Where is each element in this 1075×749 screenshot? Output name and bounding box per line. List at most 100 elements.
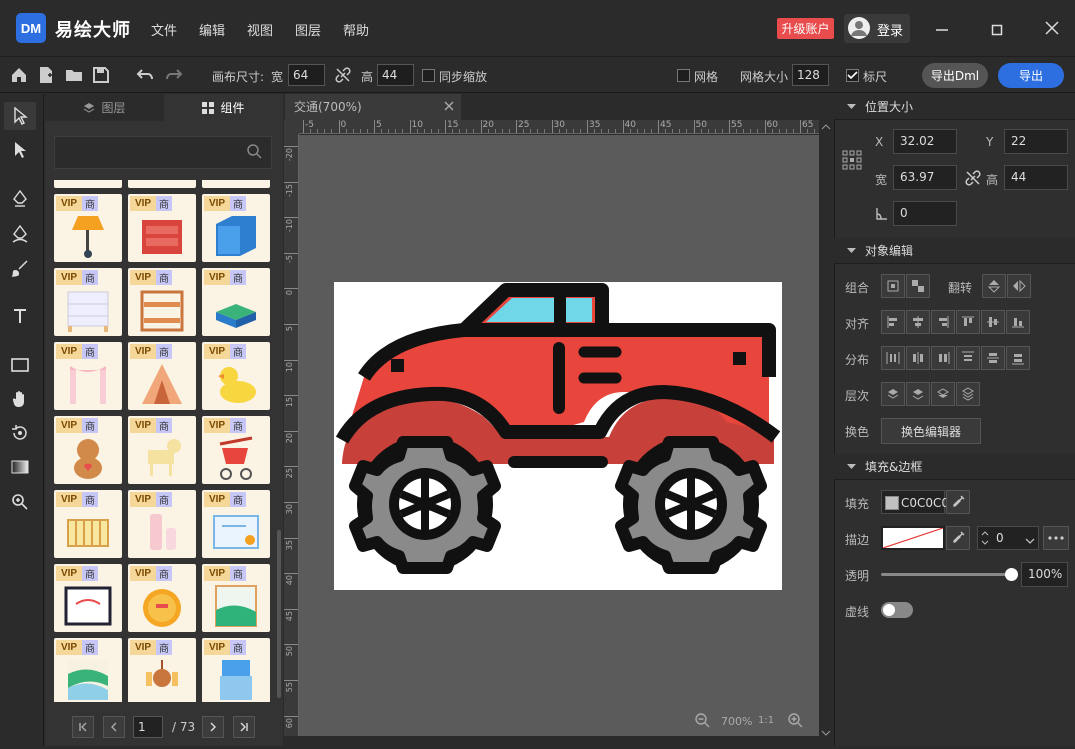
hand-icon[interactable] <box>8 387 32 411</box>
component-partial[interactable] <box>54 180 122 188</box>
collapse-arrow-icon[interactable] <box>847 462 856 474</box>
text-tool-icon[interactable] <box>8 304 32 328</box>
monster-truck-illustration[interactable] <box>334 282 782 590</box>
align-middle-v-icon[interactable] <box>981 310 1005 334</box>
component-baby-bottles[interactable]: VIP 商 <box>128 490 196 558</box>
minimize-icon[interactable] <box>935 18 949 37</box>
distribute-middle-v-icon[interactable] <box>981 346 1005 370</box>
section-fill-stroke[interactable]: 填充&边框 <box>834 454 1075 480</box>
distribute-bottom-icon[interactable] <box>1006 346 1030 370</box>
open-folder-icon[interactable] <box>65 66 83 84</box>
zoom-out-icon[interactable] <box>694 712 710 732</box>
select-arrow-icon[interactable] <box>8 104 32 128</box>
ruler-checkbox[interactable] <box>846 69 859 82</box>
send-backward-icon[interactable] <box>931 382 955 406</box>
more-options-icon[interactable] <box>1043 526 1069 550</box>
opacity-slider[interactable] <box>881 573 1013 576</box>
last-page-button[interactable] <box>233 716 255 738</box>
export-button[interactable]: 导出 <box>998 63 1064 88</box>
recolor-editor-button[interactable]: 换色编辑器 <box>881 418 981 444</box>
gradient-icon[interactable] <box>8 455 32 479</box>
curve-pen-icon[interactable] <box>8 222 32 246</box>
section-position-size[interactable]: 位置大小 <box>834 94 1075 120</box>
align-center-h-icon[interactable] <box>906 310 930 334</box>
component-red-dresser[interactable]: VIP 商 <box>128 194 196 262</box>
search-icon[interactable] <box>246 143 262 163</box>
ungroup-icon[interactable] <box>906 274 930 298</box>
save-icon[interactable] <box>92 66 110 84</box>
canvas-horizontal-scrollbar[interactable] <box>299 736 819 746</box>
component-white-dresser[interactable]: VIP 商 <box>54 268 122 336</box>
anchor-point-icon[interactable] <box>842 150 862 173</box>
menu-help[interactable]: 帮助 <box>343 20 369 39</box>
component-search-input[interactable] <box>54 136 272 169</box>
chevron-down-icon[interactable] <box>1025 534 1035 548</box>
component-rubber-duck[interactable]: VIP 商 <box>202 342 270 410</box>
home-icon[interactable] <box>10 66 28 84</box>
menu-layer[interactable]: 图层 <box>295 20 321 39</box>
flip-vertical-icon[interactable] <box>982 274 1006 298</box>
component-rocking-horse[interactable]: VIP 商 <box>128 416 196 484</box>
align-top-icon[interactable] <box>956 310 980 334</box>
menu-edit[interactable]: 编辑 <box>199 20 225 39</box>
artboard[interactable] <box>334 282 782 590</box>
new-file-icon[interactable] <box>37 66 55 84</box>
export-dml-button[interactable]: 导出Dml <box>922 63 988 88</box>
panel-scrollbar[interactable] <box>277 530 281 698</box>
redo-icon[interactable] <box>165 66 183 84</box>
close-icon[interactable] <box>1045 20 1059 39</box>
component-teddy-bear[interactable]: VIP 商 <box>54 416 122 484</box>
page-input[interactable]: 1 <box>133 716 163 738</box>
first-page-button[interactable] <box>72 716 94 738</box>
component-certificate[interactable]: VIP 商 <box>202 490 270 558</box>
align-right-icon[interactable] <box>931 310 955 334</box>
pen-icon[interactable] <box>8 187 32 211</box>
component-partial[interactable] <box>202 180 270 188</box>
stepper-icon[interactable] <box>981 529 989 550</box>
link-size-icon[interactable] <box>965 170 981 189</box>
brush-icon[interactable] <box>8 256 32 280</box>
collapse-arrow-icon[interactable] <box>847 102 856 114</box>
component-baby-crib[interactable]: VIP 商 <box>54 490 122 558</box>
maximize-icon[interactable] <box>991 21 1003 40</box>
canvas-vertical-scrollbar[interactable] <box>819 120 833 746</box>
component-bed[interactable]: VIP 商 <box>202 268 270 336</box>
opacity-slider-handle[interactable] <box>1005 568 1018 581</box>
fill-eyedropper-icon[interactable] <box>946 490 970 514</box>
grid-size-input[interactable]: 128 <box>792 64 829 86</box>
distribute-top-icon[interactable] <box>956 346 980 370</box>
zoom-in-icon[interactable] <box>787 712 803 732</box>
component-water-dispenser[interactable]: VIP 商 <box>202 638 270 702</box>
component-gold-medal[interactable]: VIP 商 <box>128 564 196 632</box>
distribute-right-icon[interactable] <box>931 346 955 370</box>
close-tab-icon[interactable] <box>444 100 454 114</box>
align-left-icon[interactable] <box>881 310 905 334</box>
next-page-button[interactable] <box>202 716 224 738</box>
y-input[interactable]: 22 <box>1004 129 1068 154</box>
document-tab[interactable]: 交通(700%) <box>285 94 461 120</box>
zoom-tool-icon[interactable] <box>8 490 32 514</box>
prev-page-button[interactable] <box>103 716 125 738</box>
stroke-color-swatch[interactable] <box>881 526 945 550</box>
x-input[interactable]: 32.02 <box>893 129 957 154</box>
tab-components[interactable]: 组件 <box>164 94 283 121</box>
canvas-height-input[interactable]: 44 <box>377 64 414 86</box>
canvas-width-input[interactable]: 64 <box>288 64 325 86</box>
component-blue-cabinet[interactable]: VIP 商 <box>202 194 270 262</box>
group-icon[interactable] <box>881 274 905 298</box>
component-desk-lamp[interactable]: VIP 商 <box>54 194 122 262</box>
distribute-center-h-icon[interactable] <box>906 346 930 370</box>
section-object-edit[interactable]: 对象编辑 <box>834 238 1075 264</box>
rotate-icon[interactable] <box>8 421 32 445</box>
component-landscape-painting-2[interactable]: VIP 商 <box>54 638 122 702</box>
component-chandelier[interactable]: VIP 商 <box>128 638 196 702</box>
direct-select-icon[interactable] <box>8 138 32 162</box>
component-partial[interactable] <box>128 180 196 188</box>
upgrade-button[interactable]: 升级账户 <box>777 18 834 39</box>
send-to-back-icon[interactable] <box>956 382 980 406</box>
grid-checkbox[interactable] <box>677 69 690 82</box>
menu-view[interactable]: 视图 <box>247 20 273 39</box>
sync-zoom-checkbox[interactable] <box>422 69 435 82</box>
stroke-eyedropper-icon[interactable] <box>946 526 970 550</box>
bring-forward-icon[interactable] <box>906 382 930 406</box>
